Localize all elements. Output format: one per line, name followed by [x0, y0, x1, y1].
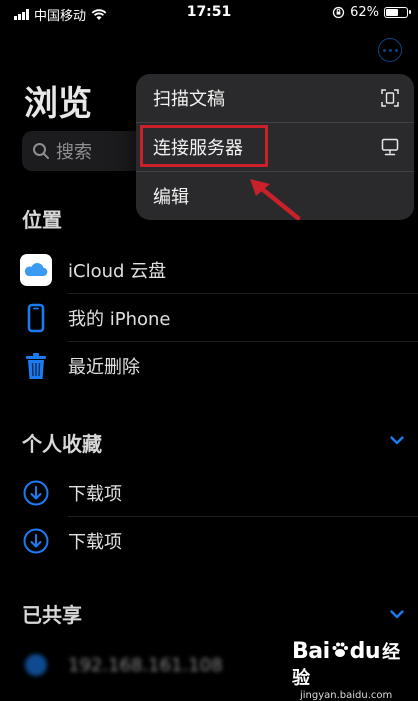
menu-item-label: 编辑: [153, 187, 189, 208]
favorite-label: 下载项: [68, 484, 122, 505]
highlight-box: [140, 125, 268, 167]
search-placeholder: 搜索: [56, 142, 92, 163]
download-icon: [20, 525, 52, 557]
favorite-item-downloads[interactable]: 下载项: [0, 469, 418, 517]
watermark-url: jingyan.baidu.com: [300, 690, 393, 701]
favorite-label: 下载项: [68, 532, 122, 553]
paw-icon: [332, 642, 348, 657]
section-title-shared: 已共享: [22, 603, 82, 627]
icloud-icon: [20, 254, 52, 286]
location-label: 最近删除: [68, 357, 140, 378]
shared-label: 192.168.161.108: [68, 654, 223, 676]
trash-icon: [20, 350, 52, 382]
location-item-recently-deleted[interactable]: 最近删除: [0, 342, 418, 390]
favorite-item-downloads[interactable]: 下载项: [0, 517, 418, 565]
section-title-favorites: 个人收藏: [22, 432, 102, 456]
download-icon: [20, 477, 52, 509]
location-item-iphone[interactable]: 我的 iPhone: [0, 294, 418, 342]
battery-icon: [384, 7, 411, 18]
search-icon: [33, 143, 49, 159]
menu-item-scan-documents[interactable]: 扫描文稿: [136, 74, 414, 122]
watermark-logo-text: Bai: [292, 639, 330, 664]
iphone-icon: [20, 302, 52, 334]
location-label: iCloud 云盘: [68, 261, 167, 282]
more-options-button[interactable]: [378, 38, 402, 62]
menu-item-label: 扫描文稿: [153, 89, 225, 110]
status-bar: 中国移动 17:51 62%: [0, 0, 418, 26]
scan-document-icon: [381, 89, 399, 107]
page-title: 浏览: [24, 84, 92, 124]
server-globe-icon: [20, 649, 52, 681]
location-item-icloud[interactable]: iCloud 云盘: [0, 246, 418, 294]
chevron-down-icon[interactable]: [388, 431, 406, 449]
annotation-arrow-icon: [250, 179, 301, 221]
baidu-jingyan-watermark: Bai du 经验 jingyan.baidu.com: [292, 638, 412, 701]
server-monitor-icon: [381, 138, 399, 156]
battery-percent: 62%: [350, 5, 379, 20]
chevron-down-icon[interactable]: [388, 605, 406, 623]
orientation-lock-icon: [332, 6, 345, 19]
section-title-locations: 位置: [22, 208, 62, 232]
location-label: 我的 iPhone: [68, 309, 171, 330]
battery-fill: [386, 9, 398, 16]
watermark-logo-text-2: du: [349, 639, 381, 664]
